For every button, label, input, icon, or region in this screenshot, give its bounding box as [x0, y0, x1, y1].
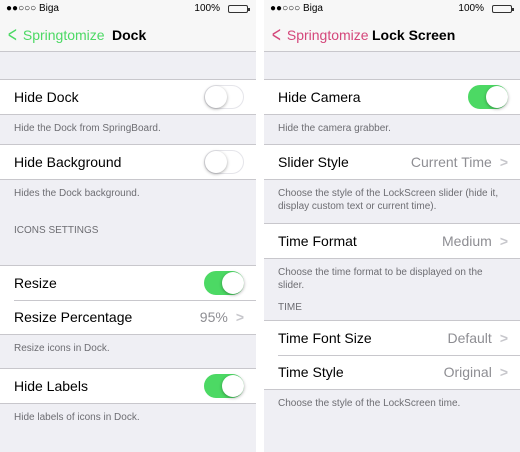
hide-labels-label: Hide Labels — [14, 378, 88, 394]
time-header: TIME — [278, 302, 302, 313]
back-button-label: Springtomize — [286, 27, 369, 43]
time-format-label: Time Format — [278, 233, 357, 249]
time-format-cell[interactable]: Time Format Medium > — [264, 224, 520, 258]
hide-camera-footer: Hide the camera grabber. — [278, 123, 391, 134]
status-bar: ●●○○○ Biga 100% — [0, 0, 256, 18]
time-format-footer: Choose the time format to be displayed o… — [278, 267, 483, 291]
slider-style-label: Slider Style — [278, 154, 349, 170]
slider-style-value: Current Time — [410, 154, 492, 170]
battery-percentage: 100% — [194, 3, 220, 14]
time-format-group: Time Format Medium > — [264, 223, 520, 259]
icons-settings-header: ICONS SETTINGS — [14, 225, 99, 236]
resize-percentage-value: 95% — [199, 309, 228, 325]
hide-background-label: Hide Background — [14, 154, 122, 170]
hide-labels-toggle[interactable] — [204, 374, 244, 398]
chevron-right-icon: > — [235, 309, 244, 325]
page-title: Dock — [112, 27, 147, 43]
time-font-size-value: Default — [447, 330, 492, 346]
chevron-left-icon: < — [7, 22, 17, 47]
time-style-value: Original — [443, 364, 492, 380]
hide-background-cell: Hide Background — [0, 145, 256, 179]
hide-dock-toggle[interactable] — [204, 85, 244, 109]
hide-labels-footer: Hide labels of icons in Dock. — [14, 412, 140, 423]
battery-icon — [492, 5, 514, 13]
page-title: Lock Screen — [372, 27, 456, 43]
lock-screen-settings-screen: ●●○○○ Biga 100% < Springtomize Lock Scre… — [264, 0, 520, 452]
time-font-size-cell[interactable]: Time Font Size Default > — [264, 321, 520, 355]
navigation-bar: < Springtomize Lock Screen — [264, 18, 520, 52]
time-style-cell[interactable]: Time Style Original > — [264, 355, 520, 389]
hide-background-footer: Hides the Dock background. — [14, 188, 140, 199]
hide-camera-label: Hide Camera — [278, 89, 361, 105]
resize-toggle[interactable] — [204, 271, 244, 295]
chevron-right-icon: > — [499, 154, 508, 170]
hide-camera-toggle[interactable] — [468, 85, 508, 109]
hide-labels-cell: Hide Labels — [0, 369, 256, 403]
time-font-size-label: Time Font Size — [278, 330, 372, 346]
slider-style-footer: Choose the style of the LockScreen slide… — [278, 188, 499, 212]
time-style-label: Time Style — [278, 364, 344, 380]
hide-background-toggle[interactable] — [204, 150, 244, 174]
chevron-right-icon: > — [499, 233, 508, 249]
battery-icon — [228, 5, 250, 13]
resize-footer: Resize icons in Dock. — [14, 343, 110, 354]
time-format-value: Medium — [442, 233, 492, 249]
back-button[interactable]: < Springtomize — [6, 18, 105, 52]
navigation-bar: < Springtomize Dock — [0, 18, 256, 52]
time-style-footer: Choose the style of the LockScreen time. — [278, 398, 461, 409]
carrier-signal: ●●○○○ Biga — [6, 3, 59, 14]
time-group: Time Font Size Default > Time Style Orig… — [264, 320, 520, 390]
resize-percentage-cell[interactable]: Resize Percentage 95% > — [0, 300, 256, 334]
status-bar: ●●○○○ Biga 100% — [264, 0, 520, 18]
chevron-right-icon: > — [499, 364, 508, 380]
hide-labels-group: Hide Labels — [0, 368, 256, 404]
hide-camera-cell: Hide Camera — [264, 80, 520, 114]
dock-settings-screen: ●●○○○ Biga 100% < Springtomize Dock Hide… — [0, 0, 256, 452]
back-button-label: Springtomize — [22, 27, 105, 43]
carrier-signal: ●●○○○ Biga — [270, 3, 323, 14]
icons-settings-group: Resize Resize Percentage 95% > — [0, 265, 256, 335]
slider-style-group: Slider Style Current Time > — [264, 144, 520, 180]
hide-dock-label: Hide Dock — [14, 89, 79, 105]
hide-dock-footer: Hide the Dock from SpringBoard. — [14, 123, 161, 134]
resize-percentage-label: Resize Percentage — [14, 309, 133, 325]
hide-dock-cell: Hide Dock — [0, 80, 256, 114]
hide-dock-group: Hide Dock — [0, 79, 256, 115]
back-button[interactable]: < Springtomize — [270, 18, 369, 52]
chevron-right-icon: > — [499, 330, 508, 346]
hide-background-group: Hide Background — [0, 144, 256, 180]
hide-camera-group: Hide Camera — [264, 79, 520, 115]
resize-cell: Resize — [0, 266, 256, 300]
chevron-left-icon: < — [271, 22, 281, 47]
battery-percentage: 100% — [458, 3, 484, 14]
resize-label: Resize — [14, 275, 57, 291]
slider-style-cell[interactable]: Slider Style Current Time > — [264, 145, 520, 179]
